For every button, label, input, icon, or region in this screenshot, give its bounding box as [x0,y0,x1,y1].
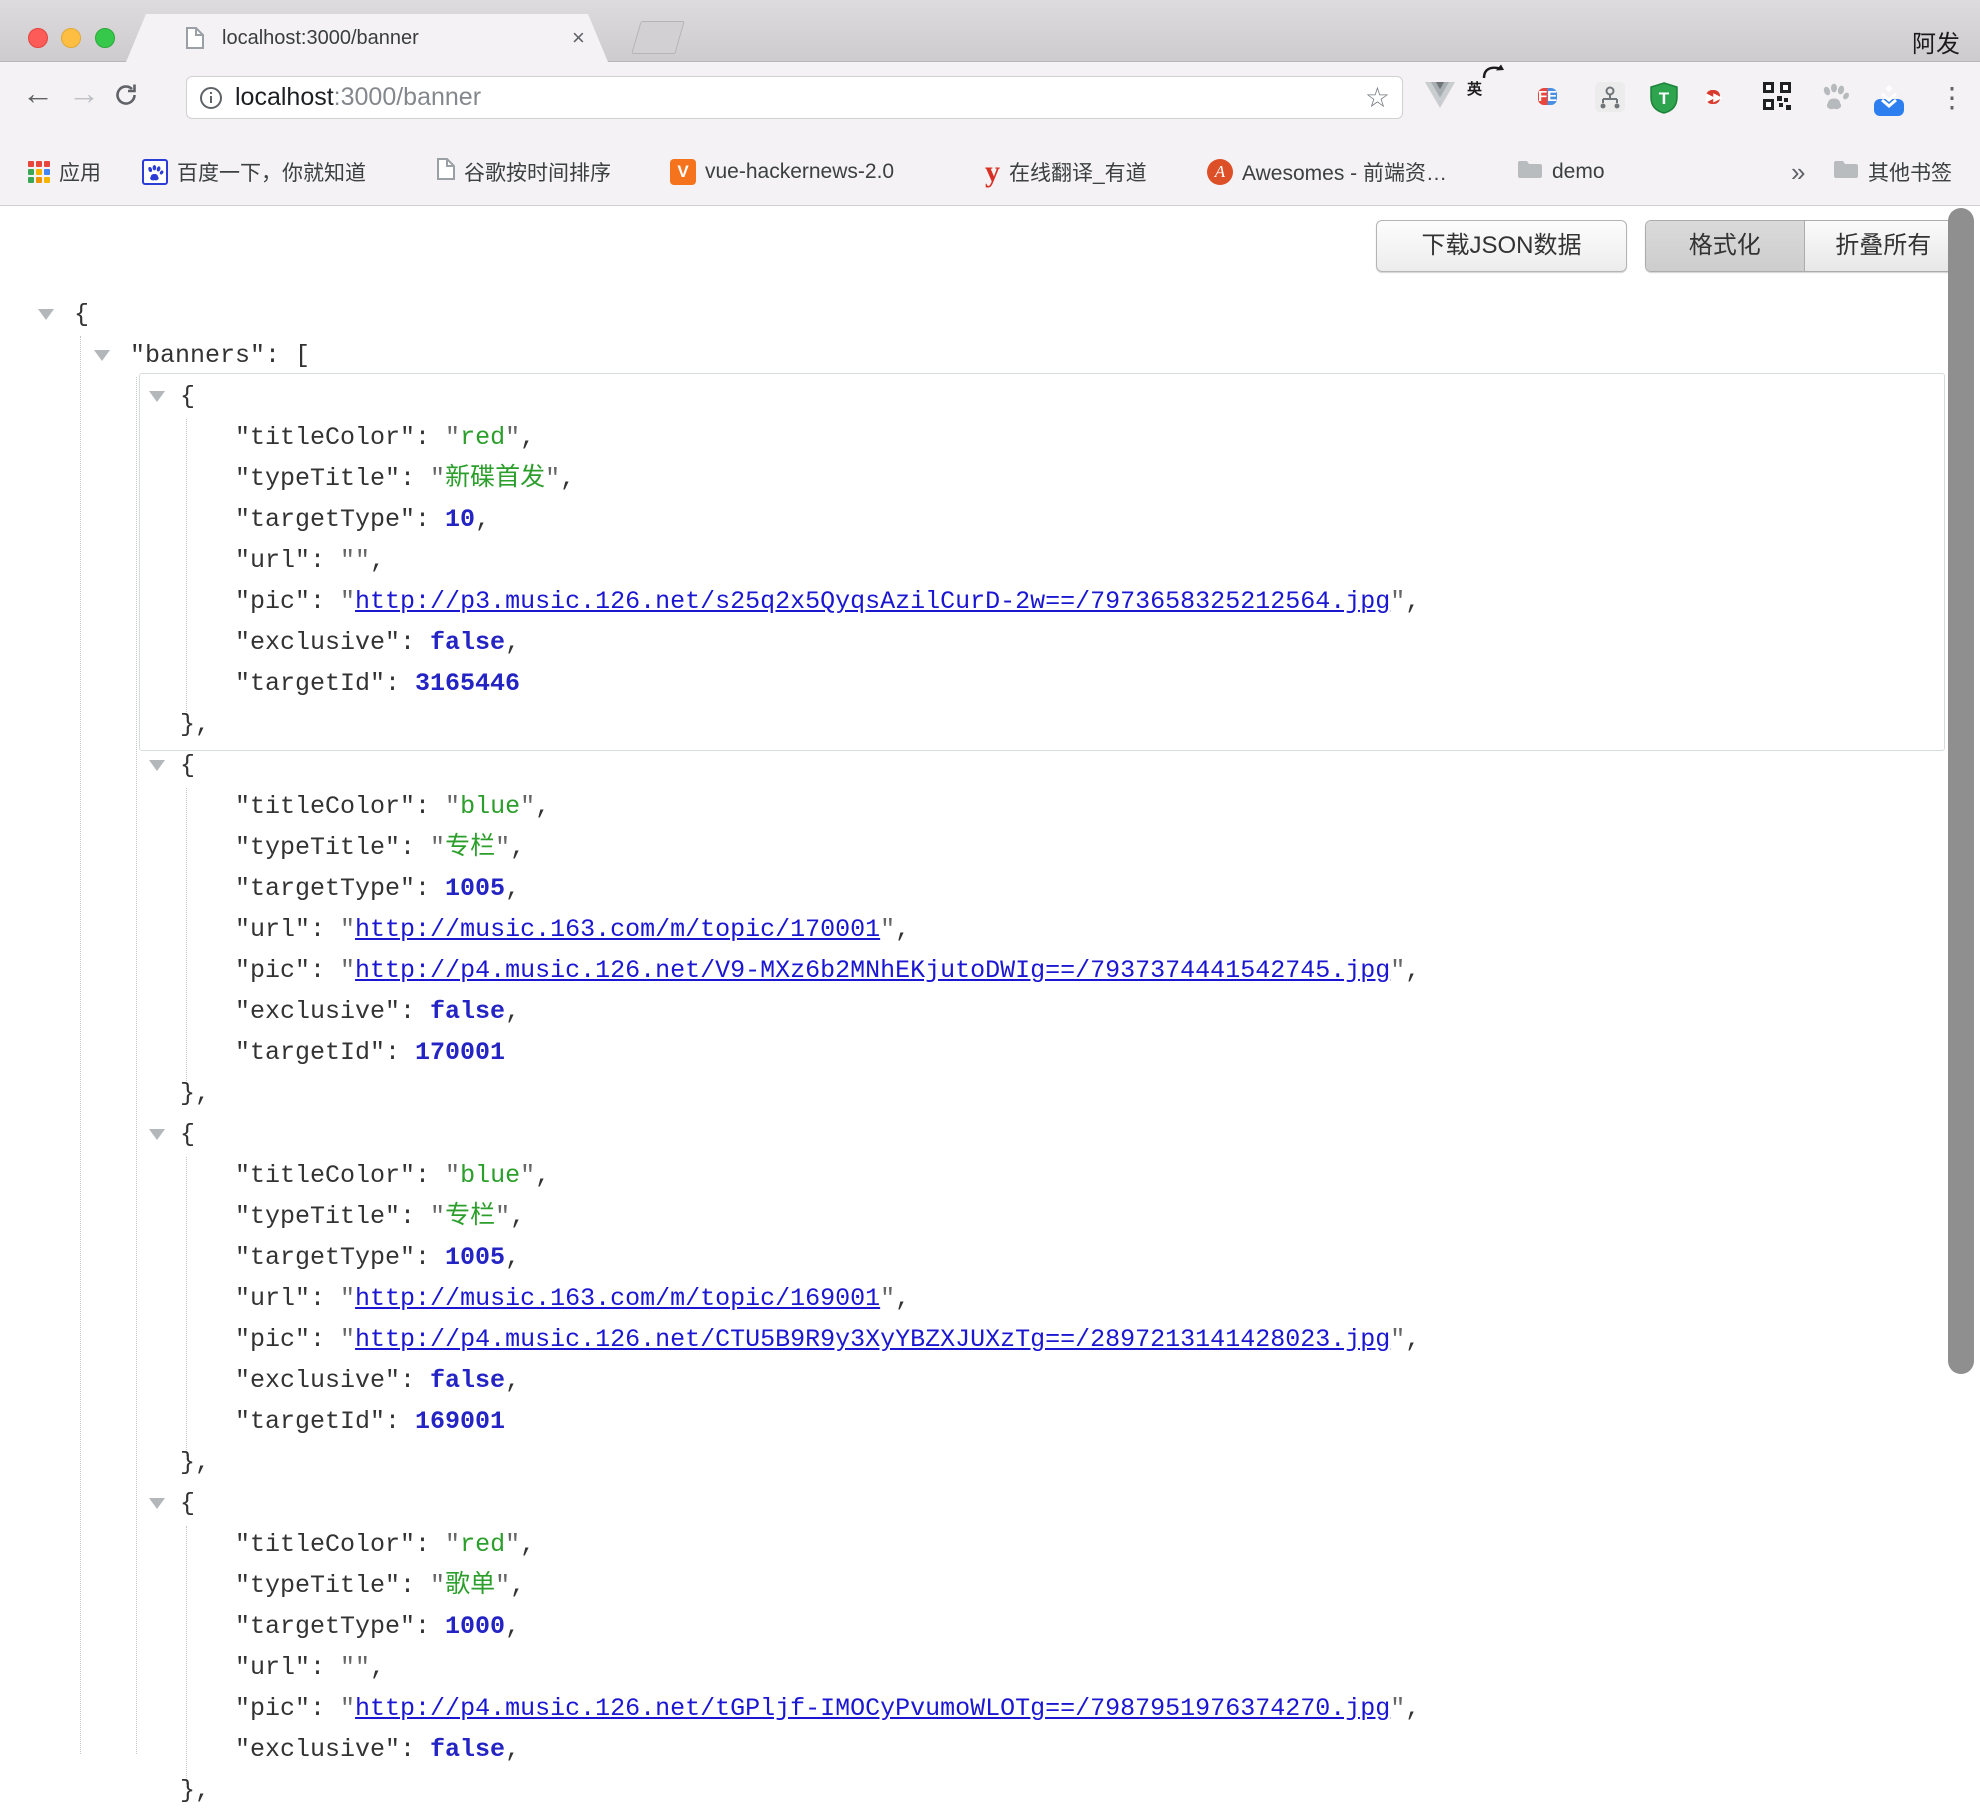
json-row: "url": "", [0,1647,1980,1688]
json-link-url[interactable]: http://music.163.com/m/topic/169001 [355,1284,880,1313]
json-link-url[interactable]: http://p4.music.126.net/tGPljf-IMOCyPvum… [355,1694,1390,1723]
json-row: "url": "", [0,540,1980,581]
json-row: { [0,376,1980,417]
json-row: "targetType": 1005, [0,1237,1980,1278]
json-row: "pic": "http://p4.music.126.net/tGPljf-I… [0,1688,1980,1729]
json-row: "typeTitle": "歌单", [0,1565,1980,1606]
tab-title: localhost:3000/banner [222,14,419,62]
json-row: }, [0,704,1980,745]
json-row: "pic": "http://p3.music.126.net/s25q2x5Q… [0,581,1980,622]
json-link-url[interactable]: http://p4.music.126.net/CTU5B9R9y3XyYBZX… [355,1325,1390,1354]
collapse-caret-icon[interactable] [149,760,165,771]
browser-tab[interactable]: localhost:3000/banner × [126,14,608,62]
json-row: "typeTitle": "专栏", [0,827,1980,868]
json-row: }, [0,1442,1980,1483]
json-row: "targetType": 10, [0,499,1980,540]
collapse-caret-icon[interactable] [149,391,165,402]
json-link-url[interactable]: http://music.163.com/m/topic/170001 [355,915,880,944]
json-row: "typeTitle": "专栏", [0,1196,1980,1237]
json-row: { [0,294,1980,335]
json-row: "exclusive": false, [0,991,1980,1032]
vertical-scrollbar-thumb[interactable] [1948,208,1974,1374]
json-row: "exclusive": false, [0,1729,1980,1770]
json-row: "pic": "http://p4.music.126.net/V9-MXz6b… [0,950,1980,991]
json-row: "targetId": 170001 [0,1032,1980,1073]
json-row: "exclusive": false, [0,622,1980,663]
json-viewer: {"banners": [{"titleColor": "red","typeT… [0,0,1980,1754]
json-row: "targetType": 1005, [0,868,1980,909]
json-row: "pic": "http://p4.music.126.net/CTU5B9R9… [0,1319,1980,1360]
json-link-url[interactable]: http://p3.music.126.net/s25q2x5QyqsAzilC… [355,587,1390,616]
collapse-caret-icon[interactable] [38,309,54,320]
browser-window: { "titlebar": { "profile_name": "阿发" }, … [0,0,1980,1754]
page-favicon-icon [186,27,204,54]
json-row: }, [0,1770,1980,1811]
tab-close-icon[interactable]: × [572,14,585,62]
collapse-caret-icon[interactable] [94,350,110,361]
json-row: "typeTitle": "新碟首发", [0,458,1980,499]
json-row: "titleColor": "red", [0,1524,1980,1565]
json-row: "titleColor": "red", [0,417,1980,458]
collapse-caret-icon[interactable] [149,1129,165,1140]
json-row: { [0,1114,1980,1155]
json-row: { [0,1483,1980,1524]
collapse-caret-icon[interactable] [149,1498,165,1509]
json-link-url[interactable]: http://p4.music.126.net/V9-MXz6b2MNhEKju… [355,956,1390,985]
json-row: "url": "http://music.163.com/m/topic/169… [0,1278,1980,1319]
json-row: "titleColor": "blue", [0,786,1980,827]
json-row: "exclusive": false, [0,1360,1980,1401]
json-row: }, [0,1073,1980,1114]
json-row: "targetId": 169001 [0,1401,1980,1442]
json-row: "url": "http://music.163.com/m/topic/170… [0,909,1980,950]
json-row: "banners": [ [0,335,1980,376]
json-row: "targetId": 3165446 [0,663,1980,704]
json-row: { [0,745,1980,786]
json-row: "titleColor": "blue", [0,1155,1980,1196]
json-row: "targetType": 1000, [0,1606,1980,1647]
